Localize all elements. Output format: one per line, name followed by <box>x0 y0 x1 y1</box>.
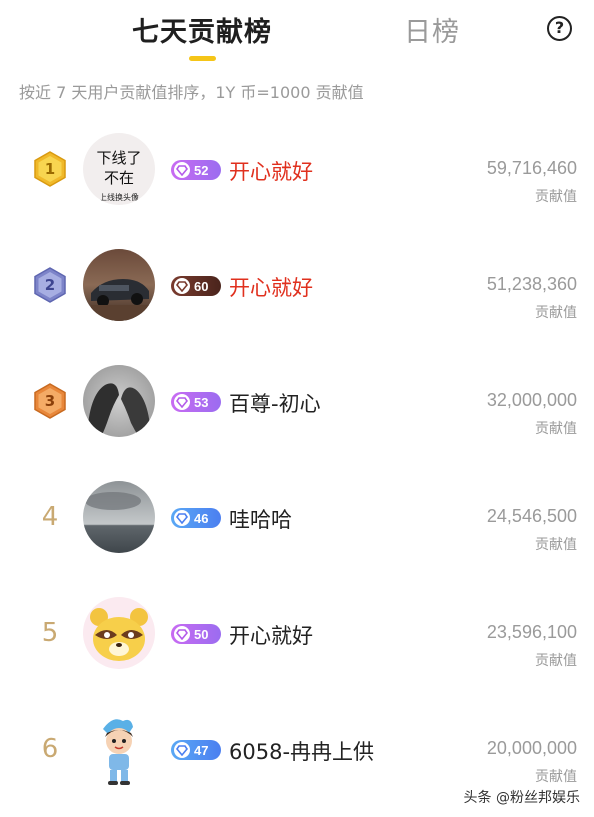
leaderboard-row[interactable]: 2 60 开心就好 51,238,360 贡献值 <box>0 236 594 336</box>
username[interactable]: 开心就好 <box>229 620 313 650</box>
contribution-value: 51,238,360 <box>486 274 577 294</box>
avatar[interactable] <box>83 481 155 553</box>
contribution-label: 贡献值 <box>535 305 577 321</box>
level-badge: 46 <box>171 508 221 528</box>
contribution-value: 32,000,000 <box>486 390 577 410</box>
leaderboard-row[interactable]: 5 50 开心就好 23,596,100 贡献值 <box>0 584 594 684</box>
avatar-text: 下线了 <box>96 149 141 167</box>
heart-diamond-icon <box>174 162 190 178</box>
username[interactable]: 开心就好 <box>229 272 313 302</box>
username[interactable]: 6058-冉冉上供 <box>229 736 374 766</box>
rank-number: 4 <box>41 502 59 532</box>
ranking-description: 按近 7 天用户贡献值排序，1Y 币=1000 贡献值 <box>19 83 364 102</box>
level-badge: 53 <box>171 392 221 412</box>
level-number: 46 <box>194 510 209 526</box>
level-badge: 47 <box>171 740 221 760</box>
level-badge: 60 <box>171 276 221 296</box>
avatar[interactable]: 下线了 不在 上线换头像 <box>83 133 155 205</box>
rank-number: 3 <box>44 392 56 410</box>
bronze-rank-badge-icon: 3 <box>33 383 67 419</box>
avatar-text: 上线换头像 <box>99 192 139 202</box>
level-number: 52 <box>194 162 209 178</box>
username[interactable]: 开心就好 <box>229 156 313 186</box>
level-number: 53 <box>194 394 209 410</box>
contribution-label: 贡献值 <box>535 421 577 437</box>
help-icon[interactable]: ? <box>547 16 572 41</box>
avatar[interactable] <box>83 365 155 437</box>
avatar-text: 不在 <box>104 169 134 187</box>
contribution-label: 贡献值 <box>535 537 577 553</box>
contribution-value: 24,546,500 <box>486 506 577 526</box>
heart-diamond-icon <box>174 394 190 410</box>
diamond-icon <box>174 742 190 758</box>
contribution-label: 贡献值 <box>535 653 577 669</box>
heart-diamond-icon <box>174 626 190 642</box>
tab-seven-day-contribution[interactable]: 七天贡献榜 <box>132 10 272 49</box>
crown-diamond-icon <box>174 278 190 294</box>
rank-number: 5 <box>41 618 59 648</box>
avatar[interactable] <box>83 249 155 321</box>
contribution-label: 贡献值 <box>535 189 577 205</box>
level-number: 47 <box>194 742 209 758</box>
username[interactable]: 哇哈哈 <box>229 504 292 534</box>
contribution-value: 59,716,460 <box>486 158 577 178</box>
header: 七天贡献榜 日榜 ? <box>0 0 594 70</box>
tab-daily[interactable]: 日榜 <box>404 10 460 49</box>
leaderboard-row[interactable]: 4 46 哇哈哈 24,546,500 贡献值 <box>0 468 594 568</box>
level-badge: 50 <box>171 624 221 644</box>
level-badge: 52 <box>171 160 221 180</box>
level-number: 50 <box>194 626 209 642</box>
leaderboard-row[interactable]: 1 下线了 不在 上线换头像 52 开心就好 59,716,460 贡献值 <box>0 120 594 220</box>
rank-number: 1 <box>44 160 56 178</box>
rank-number: 6 <box>41 734 59 764</box>
username[interactable]: 百尊-初心 <box>229 388 321 418</box>
silver-rank-badge-icon: 2 <box>33 267 67 303</box>
avatar[interactable] <box>83 713 155 785</box>
rank-number: 2 <box>44 276 56 294</box>
avatar[interactable] <box>83 597 155 669</box>
contribution-value: 23,596,100 <box>486 622 577 642</box>
contribution-label: 贡献值 <box>535 769 577 785</box>
gold-rank-badge-icon: 1 <box>33 151 67 187</box>
active-tab-indicator <box>189 56 216 61</box>
level-number: 60 <box>194 278 209 294</box>
leaderboard-row[interactable]: 3 53 百尊-初心 32,000,000 贡献值 <box>0 352 594 452</box>
contribution-value: 20,000,000 <box>486 738 577 758</box>
watermark: 头条 @粉丝邦娱乐 <box>463 790 580 806</box>
leaderboard-row[interactable]: 6 47 6058-冉冉上供 20,000,000 贡献值 <box>0 700 594 800</box>
diamond-icon <box>174 510 190 526</box>
